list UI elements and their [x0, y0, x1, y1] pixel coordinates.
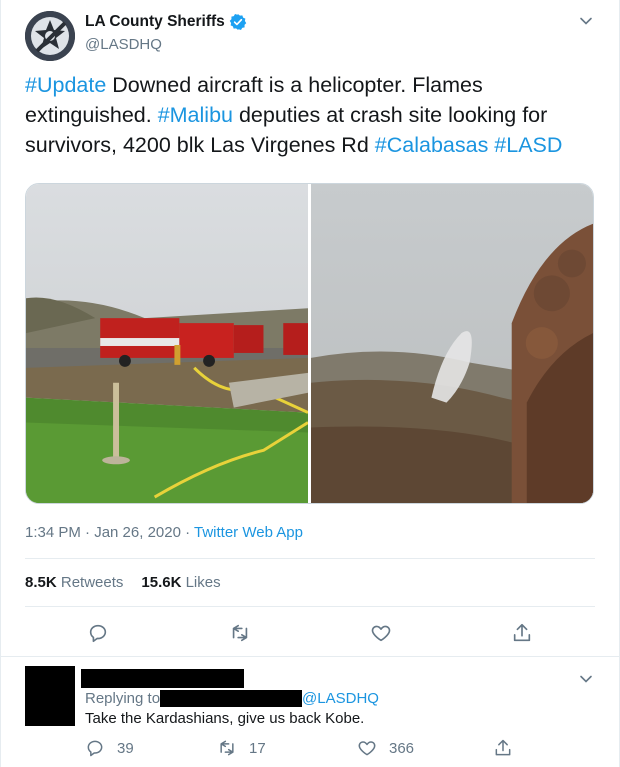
share-icon: [495, 739, 511, 756]
author-avatar[interactable]: [25, 11, 75, 61]
fire-trucks-photo[interactable]: [26, 184, 309, 503]
reply-share-button[interactable]: [493, 738, 513, 758]
replying-to-redacted: [160, 690, 303, 707]
reply-icon: [89, 624, 107, 643]
tweet-stats: 8.5K Retweets 15.6K Likes: [25, 574, 221, 591]
reply-actions: 39 17 366: [85, 738, 525, 758]
tweet-frame: LA County Sheriffs @LASDHQ #Update Downe…: [0, 0, 620, 767]
reply-avatar-redacted[interactable]: [25, 666, 75, 726]
like-button[interactable]: [368, 620, 394, 646]
reply-retweet-button[interactable]: 17: [217, 738, 266, 758]
retweets-count: 8.5K: [25, 574, 57, 591]
chevron-down-icon[interactable]: [579, 14, 593, 28]
share-icon: [513, 623, 531, 642]
likes-label: Likes: [181, 574, 221, 591]
hashtag-link[interactable]: #Update: [25, 73, 106, 97]
author-name[interactable]: LA County Sheriffs: [85, 13, 225, 31]
tweet-source-app[interactable]: Twitter Web App: [194, 524, 303, 541]
replying-to-label: Replying to: [85, 690, 161, 707]
reply-retweet-count: 17: [249, 739, 266, 757]
reply-like-button[interactable]: 366: [357, 738, 414, 758]
replying-to-handle[interactable]: @LASDHQ: [302, 690, 379, 707]
hashtag-link[interactable]: #Malibu: [158, 103, 233, 127]
likes-stat[interactable]: 15.6K Likes: [141, 574, 220, 591]
smoke-hillside-photo[interactable]: [311, 184, 593, 503]
divider: [25, 606, 595, 607]
hashtag-link[interactable]: #LASD: [494, 133, 562, 157]
heart-icon: [371, 625, 391, 642]
tweet-timestamp[interactable]: 1:34 PM · Jan 26, 2020 ·: [25, 524, 194, 541]
fire-trucks-photo-drawing: [26, 184, 309, 503]
heart-icon: [358, 741, 376, 756]
tweet-meta: 1:34 PM · Jan 26, 2020 · Twitter Web App: [25, 524, 303, 541]
reply-like-count: 366: [389, 739, 415, 757]
author-name-row[interactable]: LA County Sheriffs: [85, 13, 247, 31]
reply-author-redacted: [81, 669, 244, 688]
retweet-icon: [220, 740, 234, 756]
divider: [1, 656, 620, 657]
sheriff-star-logo: [25, 11, 75, 61]
reply-reply-button[interactable]: 39: [85, 738, 134, 758]
share-button[interactable]: [509, 620, 535, 646]
likes-count: 15.6K: [141, 574, 182, 591]
smoke-hillside-photo-drawing: [311, 184, 593, 503]
chevron-down-icon[interactable]: [579, 672, 593, 686]
replying-to-line: Replying to @LASDHQ: [85, 690, 379, 707]
retweets-stat[interactable]: 8.5K Retweets: [25, 574, 123, 591]
hashtag-link[interactable]: #Calabasas: [375, 133, 489, 157]
tweet-media[interactable]: [25, 183, 594, 504]
reply-button[interactable]: [85, 620, 111, 646]
reply-icon: [87, 740, 103, 757]
tweet-text: #Update Downed aircraft is a helicopter.…: [25, 70, 595, 160]
tweet-actions: [25, 620, 595, 646]
retweets-label: Retweets: [56, 574, 124, 591]
reply-text: Take the Kardashians, give us back Kobe.: [85, 710, 365, 727]
divider: [25, 558, 595, 559]
author-handle[interactable]: @LASDHQ: [85, 36, 162, 53]
retweet-button[interactable]: [227, 620, 253, 646]
reply-reply-count: 39: [117, 739, 134, 757]
verified-badge-icon: [229, 13, 247, 31]
retweet-icon: [232, 624, 248, 642]
